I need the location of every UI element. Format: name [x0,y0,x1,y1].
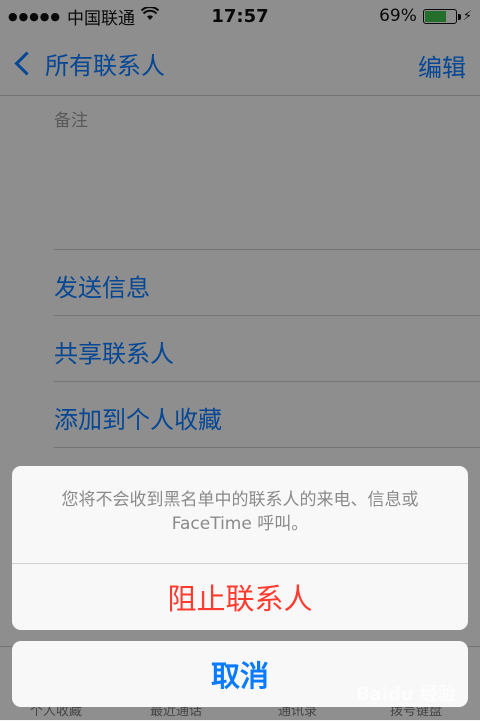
action-sheet-message: 您将不会收到黑名单中的联系人的来电、信息或 FaceTime 呼叫。 [12,466,468,564]
watermark-logo: Baidu 经验 [355,684,456,705]
action-sheet: 您将不会收到黑名单中的联系人的来电、信息或 FaceTime 呼叫。 阻止联系人 [12,466,468,630]
block-contact-button[interactable]: 阻止联系人 [12,564,468,630]
